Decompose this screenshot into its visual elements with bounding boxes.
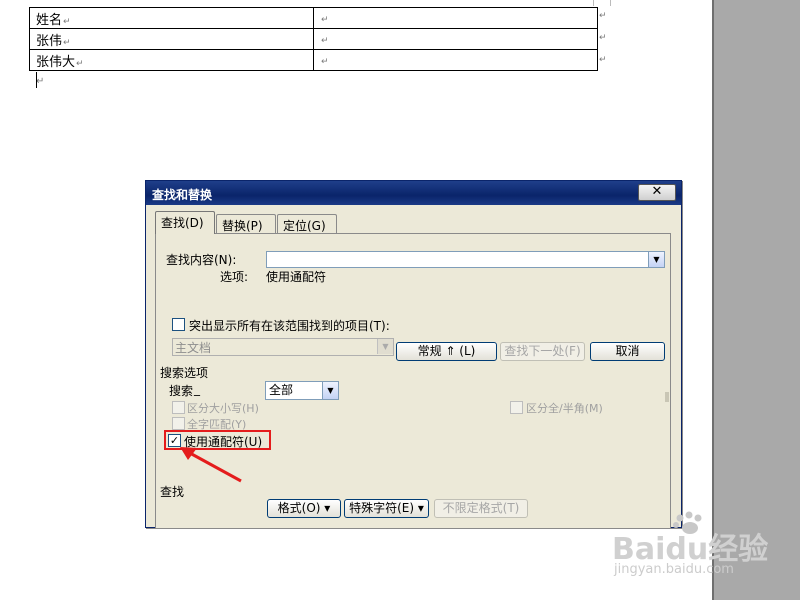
- normal-button[interactable]: 常规 ⇑ (L): [396, 342, 497, 361]
- chevron-down-icon[interactable]: ▼: [322, 382, 338, 399]
- find-label: 查找内容(N):: [166, 253, 237, 267]
- panel-scroll-indicator: [665, 392, 669, 402]
- table-row: 姓名↵ ↵: [29, 7, 598, 29]
- whole-word-checkbox[interactable]: [172, 417, 185, 430]
- scope-select[interactable]: 主文档 ▼: [172, 338, 394, 356]
- close-button[interactable]: ✕: [638, 184, 676, 201]
- find-input[interactable]: ▼: [266, 251, 665, 268]
- search-label-underscore: _: [194, 382, 200, 396]
- row-end-mark: ↵: [599, 11, 607, 21]
- row-end-mark: ↵: [599, 55, 607, 65]
- dialog-title: 查找和替换: [152, 188, 213, 202]
- dialog-titlebar[interactable]: 查找和替换 ✕: [146, 181, 681, 205]
- search-direction-select[interactable]: 全部 ▼: [265, 381, 339, 400]
- no-format-button[interactable]: 不限定格式(T): [434, 499, 528, 518]
- table-cell[interactable]: ↵: [313, 49, 598, 71]
- paragraph-mark: ↵: [36, 76, 45, 87]
- chevron-down-icon: ▼: [377, 339, 393, 354]
- match-case-label: 区分大小写(H): [187, 402, 259, 415]
- tab-find[interactable]: 查找(D): [155, 211, 215, 234]
- watermark-url: jingyan.baidu.com: [614, 562, 734, 577]
- document-table[interactable]: 姓名↵ ↵ 张伟↵ ↵ 张伟大↵ ↵: [29, 7, 598, 71]
- match-case-checkbox[interactable]: [172, 401, 185, 414]
- full-half-width-checkbox[interactable]: [510, 401, 523, 414]
- options-value: 使用通配符: [266, 270, 327, 284]
- table-cell[interactable]: ↵: [313, 7, 598, 29]
- row-end-mark: ↵: [599, 33, 607, 43]
- format-button[interactable]: 格式(O) ▾: [267, 499, 341, 518]
- highlight-checkbox[interactable]: [172, 318, 185, 331]
- table-cell[interactable]: 姓名↵: [29, 7, 314, 29]
- table-row: 张伟↵ ↵: [29, 28, 598, 50]
- search-label: 搜索: [169, 384, 194, 398]
- tab-replace[interactable]: 替换(P): [216, 214, 276, 233]
- text-cursor: [36, 72, 37, 88]
- cancel-button[interactable]: 取消: [590, 342, 665, 361]
- annotation-arrow-icon: [180, 447, 242, 483]
- find-next-button[interactable]: 查找下一处(F): [500, 342, 585, 361]
- table-cell[interactable]: ↵: [313, 28, 598, 50]
- ruler-marker: [593, 0, 611, 6]
- highlight-label: 突出显示所有在该范围找到的项目(T):: [189, 319, 390, 333]
- table-row: 张伟大↵ ↵: [29, 49, 598, 71]
- search-options-title: 搜索选项: [160, 366, 209, 380]
- chevron-down-icon[interactable]: ▼: [648, 252, 664, 267]
- special-button[interactable]: 特殊字符(E) ▾: [344, 499, 429, 518]
- full-half-width-label: 区分全/半角(M): [526, 402, 603, 415]
- close-icon: ✕: [651, 184, 663, 199]
- table-cell[interactable]: 张伟大↵: [29, 49, 314, 71]
- tab-goto[interactable]: 定位(G): [277, 214, 337, 233]
- baidu-watermark: Baidu经验 jingyan.baidu.com: [612, 510, 768, 590]
- options-label: 选项:: [220, 270, 249, 284]
- table-cell[interactable]: 张伟↵: [29, 28, 314, 50]
